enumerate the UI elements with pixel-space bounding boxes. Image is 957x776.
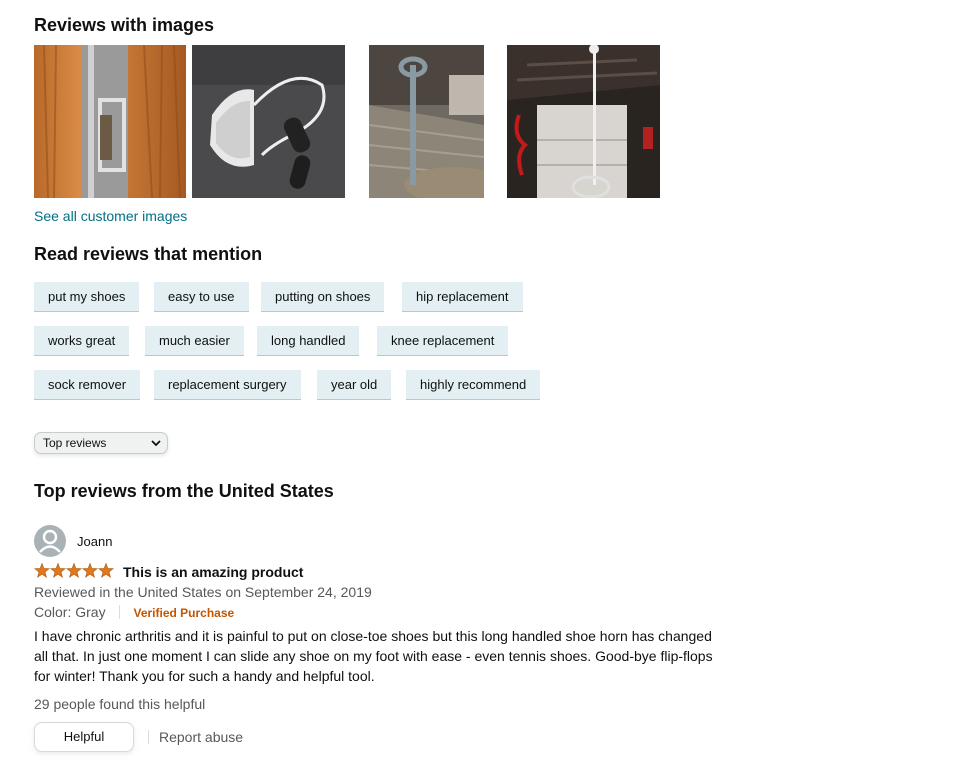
read-reviews-mention-heading: Read reviews that mention bbox=[34, 244, 263, 264]
mention-chip-highly-recommend[interactable]: highly recommend bbox=[406, 370, 541, 400]
report-abuse-link[interactable]: Report abuse bbox=[159, 727, 243, 747]
divider bbox=[119, 605, 121, 619]
review-title[interactable]: This is an amazing product bbox=[123, 564, 303, 580]
mention-chip-knee-replacement[interactable]: knee replacement bbox=[377, 326, 509, 356]
divider bbox=[148, 730, 149, 744]
star-rating[interactable] bbox=[33, 562, 115, 579]
star-icon bbox=[81, 562, 99, 578]
see-all-customer-images-link[interactable]: See all customer images bbox=[34, 208, 187, 224]
helpful-count: 29 people found this helpful bbox=[34, 696, 206, 712]
customer-image-3[interactable] bbox=[369, 45, 484, 198]
star-icon bbox=[33, 562, 51, 578]
mention-chip-year-old[interactable]: year old bbox=[317, 370, 392, 400]
customer-image-1[interactable] bbox=[34, 45, 186, 198]
star-icon bbox=[97, 562, 115, 578]
helpful-button[interactable]: Helpful bbox=[34, 722, 134, 752]
customer-image-2[interactable] bbox=[192, 45, 345, 198]
verified-purchase-badge: Verified Purchase bbox=[133, 606, 235, 620]
sort-reviews-dropdown[interactable]: Top reviews bbox=[34, 432, 168, 454]
reviews-with-images-heading: Reviews with images bbox=[34, 15, 215, 35]
top-reviews-heading: Top reviews from the United States bbox=[34, 481, 334, 501]
star-icon bbox=[49, 562, 67, 578]
review-body: I have chronic arthritis and it is painf… bbox=[34, 628, 713, 684]
reviewer-name: Joann bbox=[77, 534, 113, 549]
product-color-label: Color: Gray bbox=[34, 604, 106, 620]
mention-chip-putting-on-shoes[interactable]: putting on shoes bbox=[261, 282, 385, 312]
mention-chip-works-great[interactable]: works great bbox=[34, 326, 130, 356]
customer-image-4[interactable] bbox=[507, 45, 660, 198]
mention-chip-much-easier[interactable]: much easier bbox=[145, 326, 244, 356]
mention-chip-put-my-shoes[interactable]: put my shoes bbox=[34, 282, 140, 312]
mention-chip-sock-remover[interactable]: sock remover bbox=[34, 370, 141, 400]
sort-selected-value: Top reviews bbox=[43, 436, 107, 450]
mention-chip-long-handled[interactable]: long handled bbox=[257, 326, 360, 356]
mention-chip-easy-to-use[interactable]: easy to use bbox=[154, 282, 249, 312]
review-meta-row: Color: Gray Verified Purchase bbox=[34, 602, 234, 622]
user-avatar-icon bbox=[34, 525, 66, 557]
mention-chip-replacement-surgery[interactable]: replacement surgery bbox=[154, 370, 301, 400]
mention-chip-hip-replacement[interactable]: hip replacement bbox=[402, 282, 523, 312]
chevron-down-icon bbox=[151, 440, 161, 447]
avatar bbox=[34, 525, 66, 557]
review-date: Reviewed in the United States on Septemb… bbox=[34, 584, 372, 600]
star-icon bbox=[65, 562, 83, 578]
